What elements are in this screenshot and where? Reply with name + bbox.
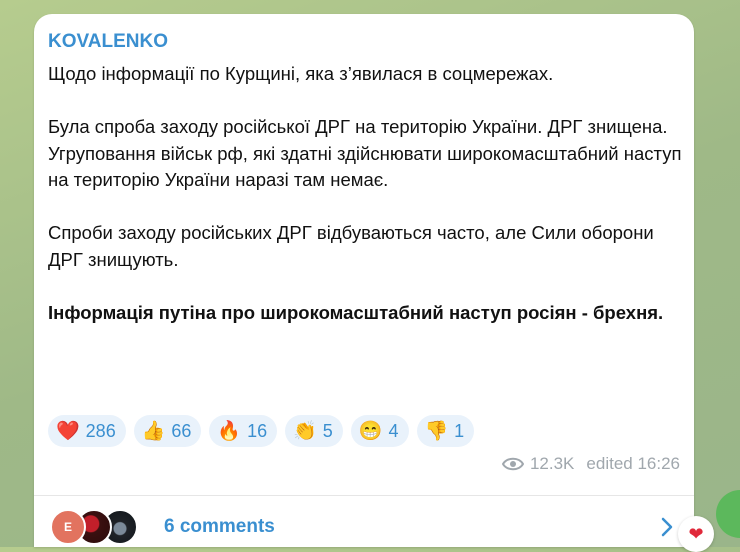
fire-icon: 🔥 xyxy=(217,420,242,442)
post-paragraph: Була спроба заходу російської ДРГ на тер… xyxy=(48,116,682,190)
post-paragraph: Спроби заходу російських ДРГ відбуваютьс… xyxy=(48,222,654,270)
reaction-heart[interactable]: ❤️ 286 xyxy=(48,415,126,447)
reaction-count: 286 xyxy=(85,420,116,441)
clap-icon: 👏 xyxy=(293,420,317,442)
reaction-count: 5 xyxy=(322,420,333,441)
comments-button[interactable]: E 6 comments xyxy=(34,496,694,547)
view-count: 12.3K xyxy=(529,454,575,473)
eye-icon xyxy=(501,457,524,471)
reaction-fire[interactable]: 🔥 16 xyxy=(209,415,278,447)
post-author[interactable]: KOVALENKO xyxy=(48,31,168,53)
reaction-thumbs-up[interactable]: 👍 66 xyxy=(133,415,202,447)
post-meta: 12.3K edited 16:26 xyxy=(501,454,680,474)
commenter-avatars: E xyxy=(50,509,150,545)
reaction-count: 66 xyxy=(171,420,192,441)
thumbs-down-icon: 👎 xyxy=(424,420,449,442)
grin-icon: 😁 xyxy=(358,420,383,442)
reaction-clap[interactable]: 👏 5 xyxy=(285,415,343,447)
edited-timestamp: edited 16:26 xyxy=(586,454,680,473)
heart-icon: ❤️ xyxy=(56,420,80,442)
reaction-count: 16 xyxy=(247,420,268,441)
thumbs-up-icon: 👍 xyxy=(141,420,166,442)
reaction-count: 4 xyxy=(388,420,399,441)
floating-action-circle[interactable] xyxy=(716,490,740,538)
post-bold-paragraph: Інформація путіна про широкомасштабний н… xyxy=(48,301,664,323)
comments-label: 6 comments xyxy=(164,516,275,537)
reaction-grin[interactable]: 😁 4 xyxy=(350,415,409,447)
reactions-bar: ❤️ 286 👍 66 🔥 16 👏 5 😁 4 👎 1 xyxy=(48,415,475,447)
post-paragraph: Щодо інформації по Курщині, яка з’явилас… xyxy=(48,63,554,84)
post-text: Щодо інформації по Курщині, яка з’явилас… xyxy=(48,61,683,326)
reaction-thumbs-down[interactable]: 👎 1 xyxy=(416,415,475,447)
channel-post-bubble: KOVALENKO Щодо інформації по Курщині, як… xyxy=(34,14,694,547)
chevron-right-icon xyxy=(661,517,673,537)
avatar: E xyxy=(50,509,86,545)
reaction-count: 1 xyxy=(454,420,465,441)
